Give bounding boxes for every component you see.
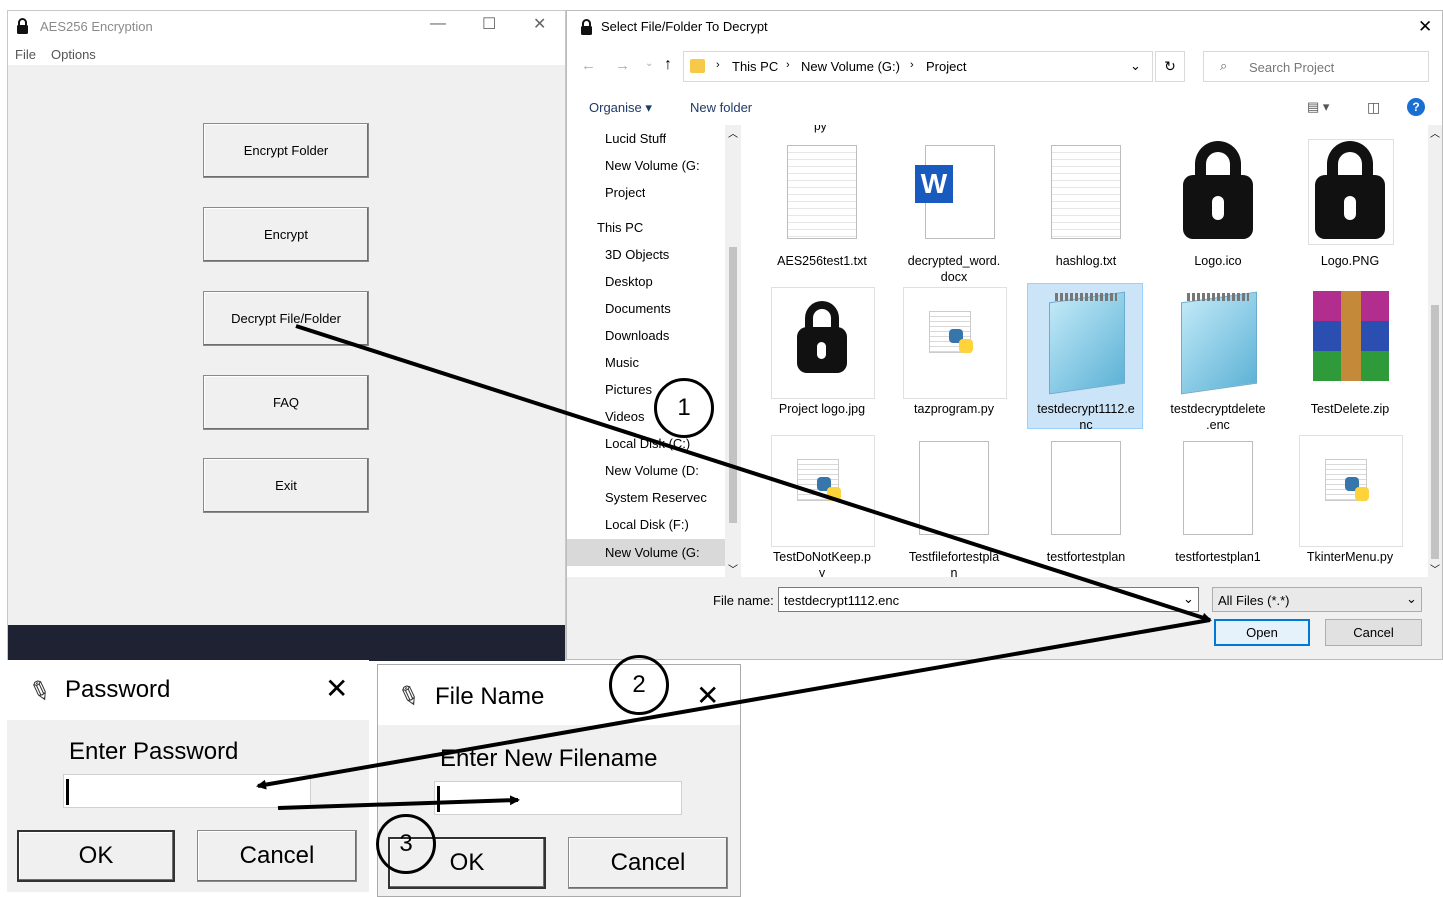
arrow-decrypt-to-open xyxy=(295,324,1212,623)
annotation-step-1: 1 xyxy=(654,378,714,438)
arrow-open-to-password xyxy=(256,618,1211,790)
arrow-password-to-filename xyxy=(277,795,520,810)
annotation-step-3: 3 xyxy=(376,814,436,874)
annotation-arrows xyxy=(256,324,1212,810)
annotation-step-2: 2 xyxy=(609,655,669,715)
